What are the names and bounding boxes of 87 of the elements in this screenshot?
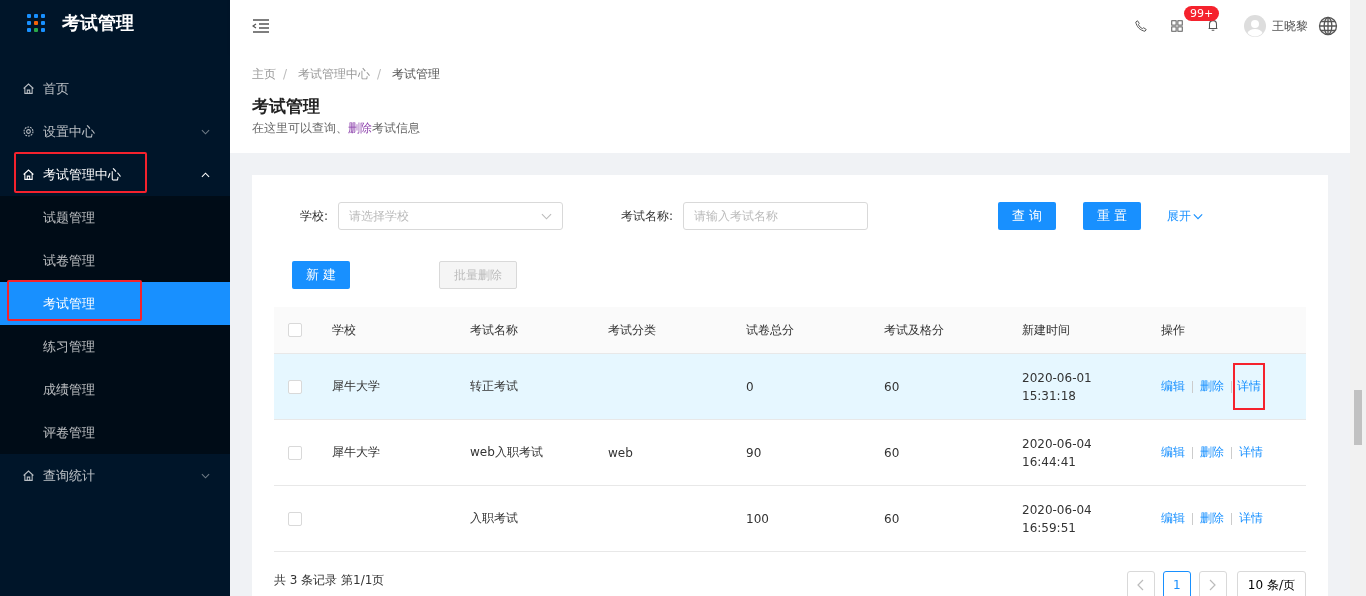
menu-item[interactable]: 考试管理中心 (0, 153, 230, 196)
table-cell: web入职考试 (470, 445, 543, 459)
row-action-link[interactable]: 删除 (1200, 378, 1224, 395)
row-action-link[interactable]: 删除 (1200, 444, 1224, 461)
home-icon (22, 168, 35, 181)
submenu-item[interactable]: 试卷管理 (0, 239, 230, 282)
menu-fold-icon[interactable] (252, 19, 270, 33)
column-header: 新建时间 (1022, 322, 1070, 337)
table-cell: 60 (884, 511, 900, 526)
page-size-select[interactable]: 10 条/页 (1236, 571, 1306, 596)
table-cell: web (608, 445, 633, 460)
table-cell: 入职考试 (470, 511, 518, 525)
row-action-link[interactable]: 编辑 (1161, 510, 1185, 527)
breadcrumb-item[interactable]: 主页 (252, 67, 276, 81)
filter-label: 学校: (300, 207, 329, 225)
phone-icon[interactable] (1134, 19, 1148, 33)
row-action-link[interactable]: 编辑 (1161, 444, 1185, 461)
submenu-item[interactable]: 练习管理 (0, 325, 230, 368)
row-action-link[interactable]: 详情 (1239, 444, 1263, 461)
column-header: 学校 (332, 322, 356, 337)
column-header: 考试分类 (608, 322, 656, 337)
table-cell: 2020-06-01 15:31:18 (1022, 370, 1092, 403)
row-action-link[interactable]: 详情 (1239, 510, 1263, 527)
gear-icon (22, 125, 35, 138)
breadcrumb-item: 考试管理 (391, 67, 440, 81)
avatar-icon[interactable] (1244, 15, 1266, 37)
grid-logo-icon (26, 13, 46, 33)
checkbox[interactable] (288, 323, 302, 337)
page-description: 在这里可以查询、删除考试信息 (252, 120, 421, 137)
submenu-item[interactable]: 考试管理 (0, 282, 230, 325)
apps-icon[interactable] (1170, 19, 1184, 33)
user-name[interactable]: 王晓黎 (1272, 17, 1308, 35)
menu-label: 查询统计 (43, 466, 95, 485)
record-summary: 共 3 条记录 第1/1页 (274, 571, 385, 589)
next-page-button[interactable] (1198, 571, 1227, 596)
input-field[interactable]: 请输入考试名称 (683, 202, 869, 230)
expand-link[interactable]: 展开 (1167, 207, 1204, 225)
home-icon (22, 82, 35, 95)
row-action-link[interactable]: 删除 (1200, 510, 1224, 527)
scrollbar[interactable] (1350, 0, 1366, 596)
home-icon (22, 469, 35, 482)
row-action-link[interactable]: 编辑 (1161, 378, 1185, 395)
submenu-item[interactable]: 试题管理 (0, 196, 230, 239)
table-cell: 转正考试 (470, 379, 518, 393)
app-title: 考试管理 (62, 11, 134, 35)
table-cell: 100 (746, 511, 769, 526)
checkbox[interactable] (288, 511, 302, 526)
menu-label: 考试管理中心 (43, 165, 121, 184)
table-cell: 犀牛大学 (332, 445, 380, 459)
chevron-left-icon (1137, 579, 1145, 591)
checkbox[interactable] (288, 445, 302, 460)
select-field[interactable]: 请选择学校 (338, 202, 564, 230)
submenu-item[interactable]: 评卷管理 (0, 411, 230, 454)
column-header: 考试及格分 (884, 322, 944, 337)
table-cell: 60 (884, 445, 900, 460)
menu-label: 设置中心 (43, 122, 95, 141)
chevron-down-icon (541, 212, 553, 220)
chevron-right-icon (1209, 579, 1217, 591)
breadcrumb-separator: / (283, 67, 288, 81)
table-cell: 0 (746, 379, 754, 394)
filter-button[interactable]: 查 询 (998, 202, 1057, 230)
submenu-item[interactable]: 成绩管理 (0, 368, 230, 411)
menu-item[interactable]: 查询统计 (0, 454, 230, 497)
table-cell: 2020-06-04 16:59:51 (1022, 502, 1092, 535)
column-header: 操作 (1161, 322, 1185, 337)
column-header: 考试名称 (470, 322, 518, 337)
previous-page-button[interactable] (1126, 571, 1155, 596)
table-cell: 犀牛大学 (332, 379, 380, 393)
menu-label: 首页 (43, 79, 69, 98)
notification-badge: 99+ (1184, 5, 1220, 21)
page-button[interactable]: 1 (1162, 571, 1191, 596)
table-cell: 90 (746, 445, 762, 460)
table-cell: 2020-06-04 16:44:41 (1022, 436, 1092, 469)
table-cell: 60 (884, 379, 900, 394)
filter-label: 考试名称: (621, 207, 674, 225)
menu-item[interactable]: 首页 (0, 67, 230, 110)
breadcrumb-separator: / (376, 67, 381, 81)
menu-item[interactable]: 设置中心 (0, 110, 230, 153)
chevron-down-icon (1193, 212, 1204, 220)
breadcrumb-item[interactable]: 考试管理中心 (297, 67, 370, 81)
filter-button[interactable]: 重 置 (1083, 202, 1142, 230)
action-button[interactable]: 新 建 (292, 261, 351, 289)
checkbox[interactable] (288, 379, 302, 394)
globe-icon[interactable] (1318, 16, 1338, 36)
row-action-link[interactable]: 详情 (1235, 365, 1263, 408)
page-title: 考试管理 (252, 95, 321, 118)
column-header: 试卷总分 (746, 322, 794, 337)
